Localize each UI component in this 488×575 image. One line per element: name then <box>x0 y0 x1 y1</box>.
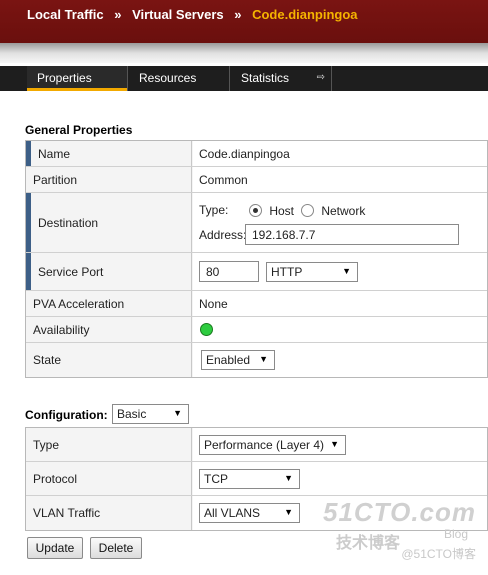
update-button[interactable]: Update <box>27 537 83 559</box>
availability-value <box>193 317 487 342</box>
service-port-row: Service Port HTTP ▼ <box>26 253 487 291</box>
breadcrumb-current: Code.dianpingoa <box>252 7 358 22</box>
destination-row: Destination Type: Host Network Address: <box>26 193 487 253</box>
type-value: Performance (Layer 4) ▼ <box>193 428 487 461</box>
availability-status-icon <box>200 323 213 336</box>
availability-row: Availability <box>26 317 487 343</box>
select-value: Performance (Layer 4) <box>204 437 325 452</box>
delete-button[interactable]: Delete <box>90 537 142 559</box>
state-value: Enabled ▼ <box>193 343 487 377</box>
select-value: HTTP <box>271 264 303 279</box>
protocol-row: Protocol TCP ▼ <box>26 462 487 496</box>
address-label: Address: <box>199 228 247 242</box>
page-header: Local Traffic » Virtual Servers » Code.d… <box>0 0 488 43</box>
header-shadow <box>0 43 488 63</box>
tab-label: Properties <box>37 71 92 85</box>
state-label: State <box>26 343 192 377</box>
service-port-label: Service Port <box>26 253 192 290</box>
service-port-protocol-select[interactable]: HTTP ▼ <box>266 261 358 282</box>
watermark-credit: @51CTO博客 <box>401 547 476 561</box>
destination-type-label: Type: <box>199 203 229 217</box>
breadcrumb-virtual-servers[interactable]: Virtual Servers <box>132 7 224 22</box>
radio-host-group[interactable]: Host <box>249 203 294 218</box>
service-port-value: HTTP ▼ <box>193 253 487 290</box>
partition-row: Partition Common <box>26 167 487 193</box>
name-value: Code.dianpingoa <box>193 141 487 166</box>
service-port-input[interactable] <box>199 261 259 282</box>
configuration-title: Configuration: <box>25 408 108 422</box>
address-input[interactable] <box>245 224 459 245</box>
radio-host[interactable] <box>249 204 262 218</box>
breadcrumb-local-traffic[interactable]: Local Traffic <box>27 7 104 22</box>
partition-value: Common <box>193 167 487 192</box>
select-value: Enabled <box>206 353 251 367</box>
type-row: Type Performance (Layer 4) ▼ <box>26 428 487 462</box>
destination-value: Type: Host Network Address: <box>193 193 487 252</box>
breadcrumb: Local Traffic » Virtual Servers » Code.d… <box>27 7 365 22</box>
general-properties-title: General Properties <box>25 123 133 137</box>
chevron-down-icon: ▼ <box>284 507 293 517</box>
type-select[interactable]: Performance (Layer 4) ▼ <box>199 434 346 455</box>
select-value: TCP <box>204 471 228 486</box>
protocol-label: Protocol <box>26 462 192 495</box>
pva-value: None <box>193 291 487 316</box>
tab-properties[interactable]: Properties <box>27 66 128 91</box>
tab-bar: Properties Resources Statistics ⇨ <box>0 66 488 91</box>
availability-label: Availability <box>26 317 192 342</box>
pva-row: PVA Acceleration None <box>26 291 487 317</box>
name-label: Name <box>26 141 192 166</box>
watermark-sub: 技术博客 <box>336 535 401 552</box>
chevron-down-icon: ▼ <box>284 472 293 483</box>
type-label: Type <box>26 428 192 461</box>
chevron-down-icon: ▼ <box>342 265 351 276</box>
vlan-select[interactable]: All VLANS ▼ <box>199 503 300 523</box>
active-tab-indicator <box>27 88 127 91</box>
vlan-label: VLAN Traffic <box>26 496 192 530</box>
protocol-value: TCP ▼ <box>193 462 487 495</box>
radio-network[interactable] <box>301 204 314 218</box>
partition-label: Partition <box>26 167 192 192</box>
general-properties-table: Name Code.dianpingoa Partition Common De… <box>25 140 488 378</box>
state-select[interactable]: Enabled ▼ <box>201 350 275 370</box>
watermark: 51CTO.com 技术博客 Blog @51CTO博客 <box>323 497 476 567</box>
tab-statistics[interactable]: Statistics ⇨ <box>231 66 332 91</box>
destination-label: Destination <box>26 193 192 252</box>
select-value: All VLANS <box>204 506 261 520</box>
radio-network-label: Network <box>321 203 366 218</box>
name-row: Name Code.dianpingoa <box>26 141 487 167</box>
chevron-down-icon: ▼ <box>330 438 339 449</box>
radio-host-label: Host <box>269 203 295 218</box>
breadcrumb-separator: » <box>234 7 242 22</box>
watermark-logo: 51CTO.com <box>322 497 476 527</box>
configuration-mode-select[interactable]: Basic ▼ <box>112 404 189 424</box>
open-new-window-icon[interactable]: ⇨ <box>317 66 325 90</box>
state-row: State Enabled ▼ <box>26 343 487 377</box>
radio-network-group[interactable]: Network <box>301 203 365 218</box>
tab-label: Statistics <box>241 71 290 85</box>
pva-label: PVA Acceleration <box>26 291 192 316</box>
chevron-down-icon: ▼ <box>259 354 268 364</box>
select-value: Basic <box>117 407 147 421</box>
protocol-select[interactable]: TCP ▼ <box>199 468 300 489</box>
tab-resources[interactable]: Resources <box>129 66 230 91</box>
tab-label: Resources <box>139 71 197 85</box>
breadcrumb-separator: » <box>114 7 122 22</box>
chevron-down-icon: ▼ <box>173 408 182 418</box>
watermark-blog: Blog <box>443 527 468 541</box>
